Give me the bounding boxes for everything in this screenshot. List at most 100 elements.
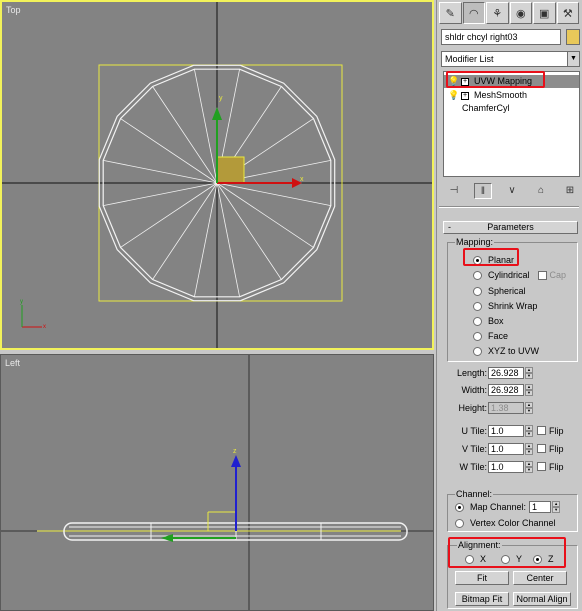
hierarchy-icon[interactable]: ⚘ [486,2,509,24]
display-icon[interactable]: ▣ [533,2,556,24]
stack-item-meshsmooth[interactable]: 💡 + MeshSmooth [444,89,579,102]
lightbulb-icon[interactable]: 💡 [448,75,459,88]
u-tile-spinner[interactable]: U Tile: 1.0 ▲ ▼ Flip [437,424,564,437]
mapping-planar[interactable]: Planar [473,254,514,266]
stack-item-uvw-mapping[interactable]: 💡 + UVW Mapping [444,75,579,88]
spinner-arrows[interactable]: ▲ ▼ [525,442,533,455]
mapping-cylindrical[interactable]: Cylindrical Cap [473,269,566,281]
normal-align-button[interactable]: Normal Align [513,592,571,606]
configure-sets-icon[interactable]: ⊞ [561,183,579,199]
cap-label: Cap [549,270,567,280]
flip-label: Flip [549,443,564,454]
pin-stack-icon[interactable]: ⊣ [445,183,463,199]
svg-text:x: x [300,176,304,183]
radio-cylindrical[interactable] [473,270,482,280]
rollout-title: Parameters [487,222,534,232]
spinner-arrows[interactable]: ▲ ▼ [525,366,533,379]
height-input[interactable]: 1.38 [488,401,524,414]
option-label: XYZ to UVW [488,346,540,356]
radio-align-z[interactable] [533,554,542,564]
collapse-icon: - [448,222,451,232]
show-end-result-icon[interactable]: ‖ [474,183,492,199]
create-icon[interactable]: ✎ [439,2,462,24]
radio-xyz-to-uvw[interactable] [473,346,482,356]
u-flip-checkbox[interactable] [537,426,546,435]
stack-item-chamfercyl[interactable]: ChamferCyl [444,102,579,115]
stack-item-label: ChamferCyl [462,103,510,113]
left-viewport[interactable]: Left z [0,354,434,611]
modify-icon[interactable]: ◠ [462,2,485,24]
stack-item-label: MeshSmooth [474,90,528,100]
top-viewport[interactable]: Top x y x y [0,0,434,350]
spinner-arrows[interactable]: ▲ ▼ [525,383,533,396]
vertex-color-channel-option[interactable]: Vertex Color Channel [455,517,556,529]
radio-shrink-wrap[interactable] [473,301,482,311]
object-name-field[interactable]: shldr chcyl right03 [441,29,561,45]
w-tile-spinner[interactable]: W Tile: 1.0 ▲ ▼ Flip [437,460,564,473]
parameters-rollout[interactable]: - Parameters [443,221,578,234]
expand-icon[interactable]: + [461,77,469,86]
height-label: Height: [458,402,487,413]
utilities-icon[interactable]: ⚒ [556,2,579,24]
w-flip-checkbox[interactable] [537,462,546,471]
radio-face[interactable] [473,331,482,341]
mapping-box[interactable]: Box [473,315,504,327]
mapping-face[interactable]: Face [473,330,508,342]
spinner-arrows[interactable]: ▲ ▼ [525,460,533,473]
cap-checkbox[interactable] [537,270,547,280]
map-channel-option[interactable]: Map Channel: 1 ▲ ▼ [455,501,561,513]
align-y-label: Y [516,554,523,564]
divider [439,206,579,208]
align-z-label: Z [548,554,554,564]
map-channel-input[interactable]: 1 [529,501,552,513]
center-button[interactable]: Center [513,571,567,585]
mapping-spherical[interactable]: Spherical [473,285,526,297]
radio-map-channel[interactable] [455,502,464,512]
width-input[interactable]: 26.928 [488,383,524,396]
expand-icon[interactable]: + [461,91,469,100]
radio-planar[interactable] [473,255,482,265]
stack-item-label: UVW Mapping [474,76,533,86]
radio-box[interactable] [473,316,482,326]
gizmo-plane [216,156,245,184]
command-panel-tabs: ✎ ◠ ⚘ ◉ ▣ ⚒ [439,2,579,24]
v-tile-input[interactable]: 1.0 [488,442,524,455]
align-x-option[interactable]: X [465,553,486,565]
chevron-down-icon[interactable]: ▼ [567,52,579,66]
bitmap-fit-button[interactable]: Bitmap Fit [455,592,509,606]
object-color-swatch[interactable] [566,29,580,45]
mapping-group-title: Mapping: [455,237,495,247]
mapping-shrink-wrap[interactable]: Shrink Wrap [473,300,537,312]
option-label: Box [488,316,504,326]
radio-spherical[interactable] [473,286,482,296]
spinner-arrows[interactable]: ▲ ▼ [525,401,533,414]
align-y-option[interactable]: Y [501,553,522,565]
radio-align-x[interactable] [465,554,474,564]
align-z-option[interactable]: Z [533,553,554,565]
vertex-color-label: Vertex Color Channel [470,518,556,528]
svg-text:x: x [43,324,46,330]
spinner-arrows[interactable]: ▲ ▼ [525,424,533,437]
radio-align-y[interactable] [501,554,510,564]
length-input[interactable]: 26.928 [488,366,524,379]
height-spinner[interactable]: Height: 1.38 ▲ ▼ [437,401,533,414]
align-x-label: X [480,554,487,564]
lightbulb-icon[interactable]: 💡 [448,89,459,102]
width-spinner[interactable]: Width: 26.928 ▲ ▼ [437,383,533,396]
spinner-arrows[interactable]: ▲ ▼ [552,501,561,513]
u-tile-input[interactable]: 1.0 [488,424,524,437]
length-spinner[interactable]: Length: 26.928 ▲ ▼ [437,366,533,379]
svg-text:y: y [20,299,23,305]
motion-icon[interactable]: ◉ [509,2,532,24]
flip-label: Flip [549,461,564,472]
remove-modifier-icon[interactable]: ⌂ [532,183,550,199]
v-flip-checkbox[interactable] [537,444,546,453]
make-unique-icon[interactable]: ∨ [503,183,521,199]
v-tile-spinner[interactable]: V Tile: 1.0 ▲ ▼ Flip [437,442,564,455]
mapping-xyz-to-uvw[interactable]: XYZ to UVW [473,345,539,357]
fit-button[interactable]: Fit [455,571,509,585]
modifier-list-dropdown[interactable]: Modifier List ▼ [441,51,580,67]
radio-vertex-color-channel[interactable] [455,518,464,528]
w-tile-input[interactable]: 1.0 [488,460,524,473]
option-label: Spherical [488,286,526,296]
